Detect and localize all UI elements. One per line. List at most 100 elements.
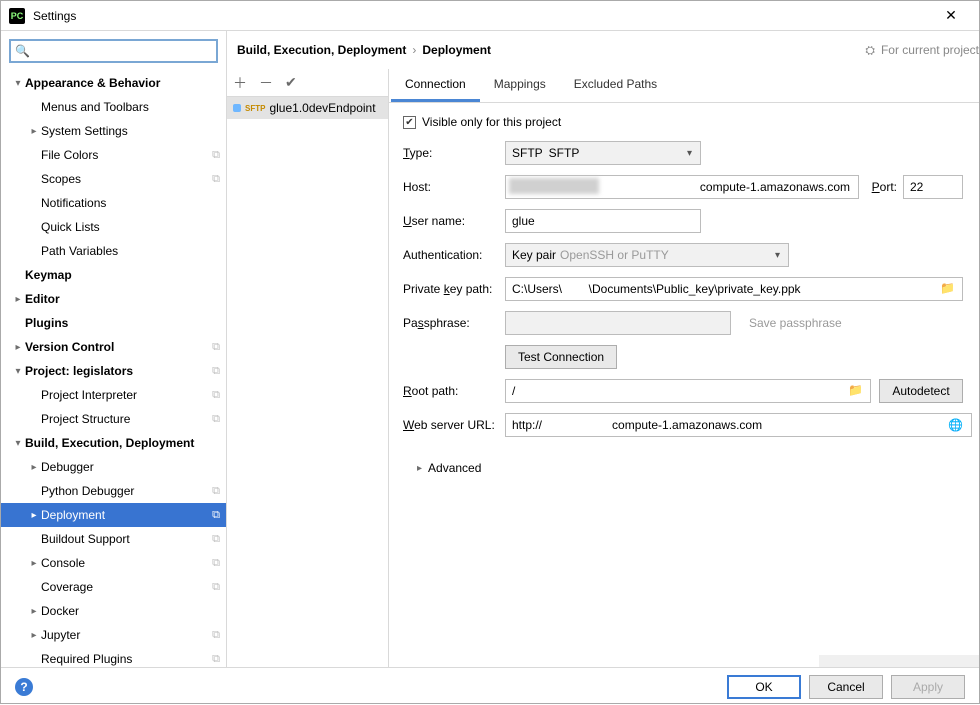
set-default-button[interactable]: ✔ <box>285 74 297 91</box>
sidebar-item-version-control[interactable]: ▸Version Control⧉ <box>1 335 226 359</box>
sidebar-item-appearance-behavior[interactable]: ▾Appearance & Behavior <box>1 71 226 95</box>
sidebar-item-coverage[interactable]: Coverage⧉ <box>1 575 226 599</box>
sidebar-item-label: Docker <box>41 604 220 618</box>
sidebar-item-keymap[interactable]: Keymap <box>1 263 226 287</box>
sidebar-item-project-structure[interactable]: Project Structure⧉ <box>1 407 226 431</box>
browse-folder-icon[interactable]: 📁 <box>936 281 959 295</box>
deployment-toolbar: ＋ － ✔ <box>227 69 388 97</box>
deployment-detail-panel: Connection Mappings Excluded Paths ✔ Vis… <box>389 69 979 667</box>
breadcrumb: Build, Execution, Deployment › Deploymen… <box>227 31 851 69</box>
cancel-button[interactable]: Cancel <box>809 675 883 699</box>
connection-form: ✔ Visible only for this project Type: SF… <box>389 103 979 475</box>
deployment-list: SFTP glue1.0devEndpoint <box>227 97 388 667</box>
sidebar-item-label: Editor <box>25 292 220 306</box>
sidebar-item-python-debugger[interactable]: Python Debugger⧉ <box>1 479 226 503</box>
sidebar-item-notifications[interactable]: Notifications <box>1 191 226 215</box>
passphrase-label: Passphrase: <box>403 316 505 330</box>
breadcrumb-leaf: Deployment <box>422 43 491 57</box>
type-select[interactable]: SFTP SFTP ▾ <box>505 141 701 165</box>
sidebar-item-jupyter[interactable]: ▸Jupyter⧉ <box>1 623 226 647</box>
tab-mappings[interactable]: Mappings <box>480 69 560 102</box>
chevron-right-icon: ▸ <box>11 294 25 305</box>
tab-excluded-paths[interactable]: Excluded Paths <box>560 69 671 102</box>
sidebar-item-label: Appearance & Behavior <box>25 76 220 90</box>
project-level-icon: ⧉ <box>212 413 220 426</box>
sidebar-item-label: Project: legislators <box>25 364 212 378</box>
sidebar-item-label: Buildout Support <box>41 532 212 546</box>
sidebar-item-quick-lists[interactable]: Quick Lists <box>1 215 226 239</box>
detail-tabs: Connection Mappings Excluded Paths <box>389 69 979 103</box>
sidebar-item-project-interpreter[interactable]: Project Interpreter⧉ <box>1 383 226 407</box>
web-url-input[interactable] <box>505 413 972 437</box>
auth-value: Key pair <box>512 248 556 262</box>
close-button[interactable]: ✕ <box>931 7 971 24</box>
deployment-name: glue1.0devEndpoint <box>269 101 375 115</box>
sidebar-item-deployment[interactable]: ▸Deployment⧉ <box>1 503 226 527</box>
sidebar-item-menus-and-toolbars[interactable]: Menus and Toolbars <box>1 95 226 119</box>
visible-only-label: Visible only for this project <box>422 115 561 129</box>
save-passphrase-checkbox[interactable]: Save passphrase <box>743 316 842 330</box>
sidebar-item-scopes[interactable]: Scopes⧉ <box>1 167 226 191</box>
sidebar-item-project-legislators[interactable]: ▾Project: legislators⧉ <box>1 359 226 383</box>
chevron-down-icon: ▾ <box>11 366 25 377</box>
ok-button[interactable]: OK <box>727 675 801 699</box>
sidebar-item-editor[interactable]: ▸Editor <box>1 287 226 311</box>
project-level-icon: ⧉ <box>212 485 220 498</box>
sidebar-item-docker[interactable]: ▸Docker <box>1 599 226 623</box>
project-level-icon: ⧉ <box>212 509 220 522</box>
auth-select[interactable]: Key pair OpenSSH or PuTTY ▾ <box>505 243 789 267</box>
sidebar-item-required-plugins[interactable]: Required Plugins⧉ <box>1 647 226 667</box>
type-label: Type: <box>403 146 505 160</box>
browse-folder-icon[interactable]: 📁 <box>844 383 867 397</box>
remove-deployment-button[interactable]: － <box>259 73 273 93</box>
project-level-icon: ⧉ <box>212 173 220 186</box>
sidebar-item-debugger[interactable]: ▸Debugger <box>1 455 226 479</box>
root-path-label: Root path: <box>403 384 505 398</box>
window-title: Settings <box>33 9 931 23</box>
sidebar-item-label: Project Interpreter <box>41 388 212 402</box>
test-connection-button[interactable]: Test Connection <box>505 345 617 369</box>
search-input[interactable] <box>34 44 212 58</box>
port-input[interactable] <box>903 175 963 199</box>
sidebar-item-console[interactable]: ▸Console⧉ <box>1 551 226 575</box>
search-box[interactable]: 🔍 <box>9 39 218 63</box>
breadcrumb-separator: › <box>412 43 416 57</box>
sidebar-item-label: Scopes <box>41 172 212 186</box>
title-bar: PC Settings ✕ <box>1 1 979 31</box>
project-level-icon: ⧉ <box>212 365 220 378</box>
apply-button[interactable]: Apply <box>891 675 965 699</box>
add-deployment-button[interactable]: ＋ <box>233 73 247 93</box>
sidebar-item-label: Console <box>41 556 212 570</box>
visible-only-checkbox[interactable]: ✔ Visible only for this project <box>403 115 963 129</box>
chevron-down-icon: ▾ <box>11 78 25 89</box>
tab-connection[interactable]: Connection <box>391 69 480 102</box>
chevron-right-icon: ▸ <box>27 510 41 521</box>
advanced-section-toggle[interactable]: ▸ Advanced <box>417 461 963 475</box>
project-level-icon: ⧉ <box>212 341 220 354</box>
app-icon: PC <box>9 8 25 24</box>
private-key-label: Private key path: <box>403 282 505 296</box>
deployment-item[interactable]: SFTP glue1.0devEndpoint <box>227 97 388 119</box>
root-path-input[interactable] <box>505 379 871 403</box>
dialog-button-bar: ? OK Cancel Apply <box>1 667 979 705</box>
sidebar-item-buildout-support[interactable]: Buildout Support⧉ <box>1 527 226 551</box>
sidebar-item-label: Python Debugger <box>41 484 212 498</box>
scrollbar[interactable] <box>819 655 979 667</box>
sidebar-item-build-execution-deployment[interactable]: ▾Build, Execution, Deployment <box>1 431 226 455</box>
username-input[interactable] <box>505 209 701 233</box>
sidebar-item-label: Required Plugins <box>41 652 212 666</box>
private-key-input[interactable] <box>505 277 963 301</box>
sidebar-item-file-colors[interactable]: File Colors⧉ <box>1 143 226 167</box>
chevron-right-icon: ▸ <box>27 606 41 617</box>
sidebar-item-label: Version Control <box>25 340 212 354</box>
project-level-icon: ⧉ <box>212 389 220 402</box>
chevron-right-icon: ▸ <box>27 558 41 569</box>
passphrase-input[interactable] <box>505 311 731 335</box>
sidebar-item-plugins[interactable]: Plugins <box>1 311 226 335</box>
sidebar-item-label: File Colors <box>41 148 212 162</box>
help-button[interactable]: ? <box>15 678 33 696</box>
sidebar-item-path-variables[interactable]: Path Variables <box>1 239 226 263</box>
autodetect-button[interactable]: Autodetect <box>879 379 963 403</box>
project-level-icon: ⧉ <box>212 557 220 570</box>
sidebar-item-system-settings[interactable]: ▸System Settings <box>1 119 226 143</box>
